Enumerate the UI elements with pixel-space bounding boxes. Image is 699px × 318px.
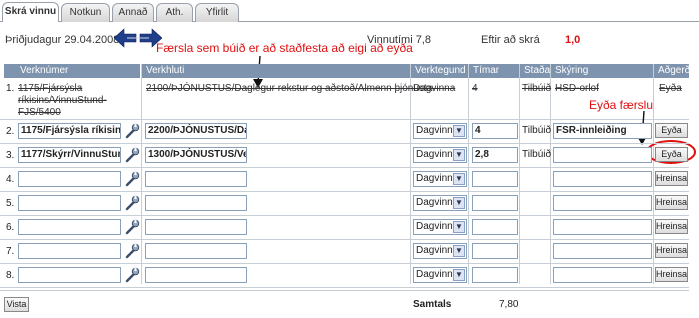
row-number: 6. (6, 222, 15, 233)
hreinsa-button[interactable]: Hreinsa (655, 267, 688, 282)
row-number: 8. (6, 270, 15, 281)
wrench-icon[interactable] (124, 195, 140, 211)
verktegund-select[interactable]: Dagvinna ▼ (413, 195, 467, 211)
chevron-down-icon[interactable]: ▼ (453, 173, 465, 185)
verkhluti-input[interactable] (145, 171, 247, 187)
timar-input[interactable] (472, 219, 518, 235)
row-number: 7. (6, 246, 15, 257)
samtals-value: 7,80 (499, 299, 519, 310)
verktegund-select[interactable]: Dagvinna ▼ (413, 123, 467, 139)
vista-button[interactable]: Vista (4, 297, 29, 312)
verktegund-select[interactable]: Dagvinna ▼ (413, 147, 467, 163)
verktegund-select[interactable]: Dagvinna ▼ (413, 267, 467, 283)
verktegund-select[interactable]: Dagvinna ▼ (413, 243, 467, 259)
verknumer-input[interactable] (18, 267, 121, 283)
timar-input[interactable] (472, 171, 518, 187)
chevron-down-icon[interactable]: ▼ (453, 221, 465, 233)
confirmed-stada: Tilbúið (522, 83, 552, 94)
verktegund-select[interactable]: Dagvinna ▼ (413, 171, 467, 187)
tab-skra-vinnu[interactable]: Skrá vinnu (2, 2, 59, 22)
chevron-down-icon[interactable]: ▼ (453, 197, 465, 209)
verkhluti-input[interactable] (145, 243, 247, 259)
tab-bar: Skrá vinnu Notkun Annað Ath. Yfirlit (0, 0, 699, 22)
timar-input[interactable]: 2,8 (472, 147, 518, 163)
tab-notkun[interactable]: Notkun (61, 3, 110, 22)
confirmed-verkhluti: 2100/ÞJÓNUSTUS/Daglegur rekstur og aðsto… (146, 83, 433, 94)
skyring-input[interactable] (553, 243, 652, 259)
stada-status: Tilbúið (522, 149, 552, 160)
confirmed-timar: 4 (472, 83, 478, 94)
hreinsa-button[interactable]: Hreinsa (655, 243, 688, 258)
row-number: 5. (6, 198, 15, 209)
row-number: 1. (6, 83, 15, 94)
confirmed-verknumer-line2: ríkisins/VinnuStund- (18, 95, 107, 106)
timar-input[interactable] (472, 195, 518, 211)
timar-input[interactable]: 4 (472, 123, 518, 139)
wrench-icon[interactable] (124, 219, 140, 235)
chevron-down-icon[interactable]: ▼ (453, 269, 465, 281)
verkhluti-input[interactable]: 2200/ÞJÓNUSTUS/Dag (145, 123, 247, 139)
annotation-confirmed-row: Færsla sem búið er að staðfesta að eigi … (156, 41, 413, 55)
confirmed-verktegund: Dagvinna (413, 83, 456, 94)
confirmed-verknumer-line1: 1175/Fjársýsla (18, 83, 83, 94)
eftir-value: 1,0 (565, 34, 581, 46)
eyda-button[interactable]: Eyða (655, 147, 688, 162)
confirmed-action: Eyða (659, 83, 682, 94)
verkhluti-input[interactable] (145, 267, 247, 283)
header-adgerd: Aðgerð (654, 64, 690, 78)
verkhluti-input[interactable] (145, 195, 247, 211)
header-verkhluti: Verkhluti (142, 64, 410, 78)
eftir-label: Eftir að skrá (481, 34, 540, 46)
samtals-label: Samtals (413, 299, 452, 310)
hreinsa-button[interactable]: Hreinsa (655, 219, 688, 234)
tab-ath[interactable]: Ath. (156, 3, 193, 22)
confirmed-verknumer-line3: FJS/5400 (18, 107, 61, 118)
verknumer-input[interactable] (18, 195, 121, 211)
header-stada: Staða (520, 64, 550, 78)
hreinsa-button[interactable]: Hreinsa (655, 171, 688, 186)
chevron-down-icon[interactable]: ▼ (453, 125, 465, 137)
verknumer-input[interactable]: 1175/Fjársýsla ríkisins (18, 123, 121, 139)
skyring-input[interactable]: FSR-innleiðing (553, 123, 652, 139)
verkhluti-input[interactable] (145, 219, 247, 235)
wrench-icon[interactable] (124, 267, 140, 283)
tab-annad[interactable]: Annað (112, 3, 154, 22)
chevron-down-icon[interactable]: ▼ (453, 245, 465, 257)
prev-next-arrows-icon[interactable] (114, 27, 162, 49)
skyring-input[interactable] (553, 219, 652, 235)
header-timar: Tímar (469, 64, 519, 78)
wrench-icon[interactable] (124, 243, 140, 259)
verknumer-input[interactable]: 1177/Skýrr/VinnuStun (18, 147, 121, 163)
verknumer-input[interactable] (18, 171, 121, 187)
hreinsa-button[interactable]: Hreinsa (655, 195, 688, 210)
verktegund-select[interactable]: Dagvinna ▼ (413, 219, 467, 235)
skyring-input[interactable] (553, 171, 652, 187)
verknumer-input[interactable] (18, 219, 121, 235)
chevron-down-icon[interactable]: ▼ (453, 149, 465, 161)
header-verktegund: Verktegund (411, 64, 468, 78)
stada-status: Tilbúið (522, 125, 552, 136)
current-date: Þriðjudagur 29.04.2008 (5, 34, 120, 46)
eyda-button[interactable]: Eyða (655, 123, 688, 138)
confirmed-skyring: HSD-orlof (555, 83, 599, 94)
verknumer-input[interactable] (18, 243, 121, 259)
row-number: 4. (6, 174, 15, 185)
skyring-input[interactable] (553, 147, 652, 163)
tab-yfirlit[interactable]: Yfirlit (195, 3, 239, 22)
wrench-icon[interactable] (124, 171, 140, 187)
timar-input[interactable] (472, 267, 518, 283)
verkhluti-input[interactable]: 1300/ÞJÓNUSTUS/Ver (145, 147, 247, 163)
header-verknumer: Verknúmer (4, 64, 140, 78)
skyring-input[interactable] (553, 195, 652, 211)
wrench-icon[interactable] (124, 147, 140, 163)
skyring-input[interactable] (553, 267, 652, 283)
row-number: 2. (6, 126, 15, 137)
header-skyring: Skýring (551, 64, 653, 78)
row-number: 3. (6, 150, 15, 161)
wrench-icon[interactable] (124, 123, 140, 139)
timar-input[interactable] (472, 243, 518, 259)
